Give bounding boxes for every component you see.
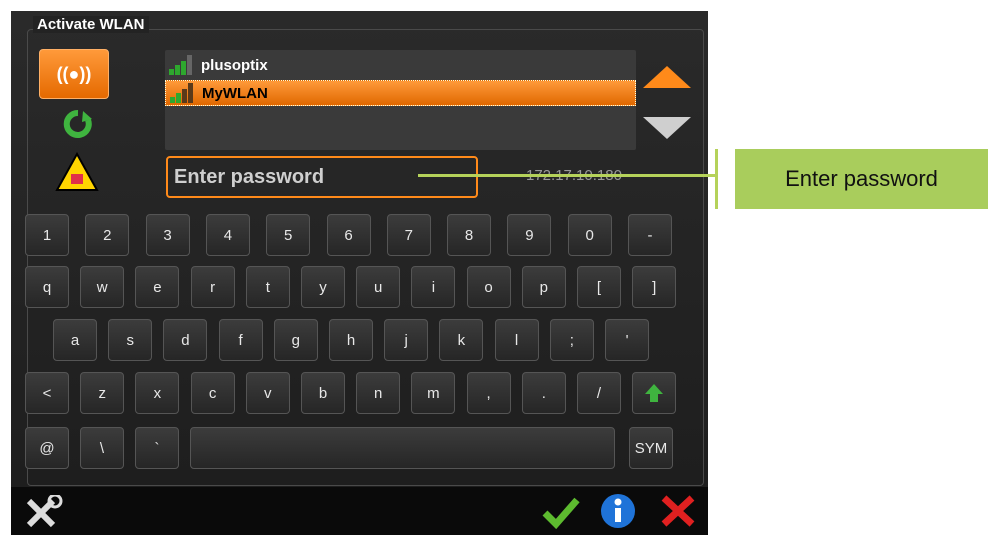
key[interactable]: 9 xyxy=(507,214,552,256)
key[interactable]: 7 xyxy=(386,214,431,256)
shift-icon xyxy=(645,384,664,402)
key[interactable]: n xyxy=(356,372,401,414)
key[interactable]: [ xyxy=(577,266,621,308)
close-icon[interactable] xyxy=(659,493,697,529)
signal-icon xyxy=(169,55,195,75)
key[interactable]: , xyxy=(466,372,511,414)
key[interactable]: w xyxy=(80,266,125,308)
key[interactable]: m xyxy=(411,372,456,414)
key[interactable]: \ xyxy=(80,427,124,469)
key[interactable]: h xyxy=(329,319,373,361)
info-icon[interactable] xyxy=(599,492,637,530)
key[interactable]: l xyxy=(494,319,539,361)
key[interactable]: a xyxy=(53,319,97,361)
key[interactable]: @ xyxy=(25,427,69,469)
key[interactable]: 0 xyxy=(567,214,612,256)
callout-bracket xyxy=(715,149,718,209)
key[interactable]: v xyxy=(245,372,290,414)
key[interactable]: t xyxy=(245,266,290,308)
on-screen-keyboard: 1 2 3 4 5 6 7 8 9 0- q w e r t y u i o p [] a s d f g h j k l; ' < z x c v b… xyxy=(25,209,700,476)
key[interactable]: d xyxy=(163,319,208,361)
password-placeholder: Enter password xyxy=(174,165,325,188)
key[interactable]: / xyxy=(577,372,621,414)
password-input[interactable]: Enter password xyxy=(166,156,478,198)
refresh-icon[interactable] xyxy=(63,109,93,139)
key[interactable]: - xyxy=(628,214,672,256)
key[interactable]: 6 xyxy=(326,214,371,256)
network-item-selected[interactable]: MyWLAN xyxy=(165,80,636,106)
key[interactable]: f xyxy=(218,319,263,361)
key[interactable]: z xyxy=(80,372,125,414)
key[interactable]: q xyxy=(25,266,69,308)
wifi-icon: ((●)) xyxy=(56,63,92,84)
key[interactable]: e xyxy=(135,266,180,308)
wifi-toggle-button[interactable]: ((●)) xyxy=(39,49,109,99)
key[interactable]: k xyxy=(439,319,484,361)
key[interactable]: o xyxy=(466,266,511,308)
signal-icon xyxy=(170,83,196,103)
key[interactable]: p xyxy=(521,266,566,308)
key[interactable]: g xyxy=(273,319,318,361)
tools-icon[interactable] xyxy=(23,495,63,529)
key[interactable]: 5 xyxy=(266,214,311,256)
key[interactable]: y xyxy=(301,266,345,308)
wlan-dialog: Activate WLAN ((●)) plusoptix MyWLAN Ent… xyxy=(11,11,708,535)
space-key[interactable] xyxy=(190,427,615,469)
key[interactable]: x xyxy=(135,372,180,414)
key[interactable]: s xyxy=(108,319,153,361)
dialog-panel: Activate WLAN ((●)) plusoptix MyWLAN Ent… xyxy=(11,11,708,487)
network-list: plusoptix MyWLAN xyxy=(165,50,636,150)
callout-line xyxy=(418,174,716,177)
scroll-up-button[interactable] xyxy=(643,66,691,88)
key[interactable]: u xyxy=(356,266,401,308)
key[interactable]: ' xyxy=(605,319,649,361)
key[interactable]: b xyxy=(301,372,345,414)
key[interactable]: 8 xyxy=(447,214,492,256)
network-name: plusoptix xyxy=(201,56,268,74)
shift-key[interactable] xyxy=(632,372,677,414)
key[interactable]: ; xyxy=(549,319,594,361)
key[interactable]: r xyxy=(190,266,235,308)
key[interactable]: j xyxy=(384,319,429,361)
key[interactable]: . xyxy=(521,372,566,414)
key[interactable]: ` xyxy=(135,427,179,469)
network-item[interactable]: plusoptix xyxy=(165,52,636,78)
key[interactable]: 3 xyxy=(145,214,190,256)
scroll-down-button[interactable] xyxy=(643,117,691,139)
callout-label: Enter password xyxy=(735,149,988,209)
key[interactable]: c xyxy=(190,372,235,414)
network-name: MyWLAN xyxy=(202,84,268,102)
check-icon[interactable] xyxy=(541,495,581,529)
key[interactable]: < xyxy=(25,372,69,414)
symbol-key[interactable]: SYM xyxy=(629,427,673,469)
warning-icon[interactable] xyxy=(55,152,99,192)
dialog-title: Activate WLAN xyxy=(33,16,149,33)
bottom-toolbar xyxy=(11,487,708,535)
key[interactable]: 2 xyxy=(85,214,130,256)
key[interactable]: 4 xyxy=(205,214,250,256)
key[interactable]: 1 xyxy=(25,214,69,256)
key[interactable]: ] xyxy=(632,266,677,308)
key[interactable]: i xyxy=(411,266,456,308)
